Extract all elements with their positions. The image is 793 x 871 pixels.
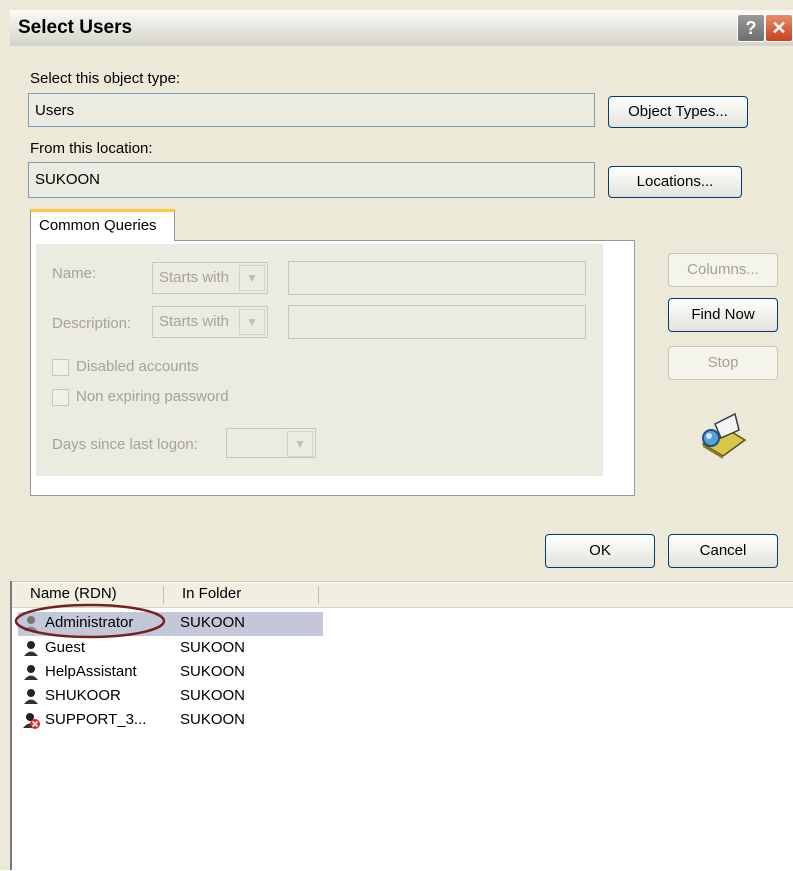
user-folder: SUKOON [180,639,246,656]
disabled-accounts-checkbox[interactable] [52,359,69,376]
help-button[interactable]: ? [737,14,765,42]
user-name: Guest [45,639,86,656]
name-match-value: Starts with [159,269,230,286]
columns-button[interactable]: Columns... [668,253,778,287]
description-match-select[interactable]: Starts with ▼ [152,306,268,338]
location-label: From this location: [30,140,153,157]
list-item[interactable]: HelpAssistant SUKOON [18,661,323,685]
user-name: SHUKOOR [45,687,121,704]
user-icon [22,663,40,681]
user-folder: SUKOON [180,687,246,704]
stop-button[interactable]: Stop [668,346,778,380]
cancel-button[interactable]: Cancel [668,534,778,568]
disabled-user-icon [22,711,40,729]
close-button[interactable]: ✕ [765,14,793,42]
chevron-down-icon: ▼ [239,309,265,335]
description-match-value: Starts with [159,313,230,330]
object-type-label: Select this object type: [30,70,181,87]
user-folder: SUKOON [180,614,246,631]
column-divider [318,586,319,604]
user-folder: SUKOON [180,711,246,728]
find-now-button[interactable]: Find Now [668,298,778,332]
name-label: Name: [52,265,97,282]
search-flashlight-icon [701,412,747,459]
object-type-field: Users [28,93,595,127]
non-expiring-password-label: Non expiring password [76,388,229,405]
object-types-button[interactable]: Object Types... [608,96,748,128]
disabled-accounts-label: Disabled accounts [76,358,199,375]
user-icon [22,639,40,657]
user-name: SUPPORT_3... [45,711,147,728]
list-item[interactable]: SHUKOOR SUKOON [18,685,323,709]
title-bar: Select Users ? ✕ [10,10,793,46]
days-since-logon-label: Days since last logon: [52,436,198,453]
list-item[interactable]: Guest SUKOON [18,637,323,661]
list-item[interactable]: SUPPORT_3... SUKOON [18,709,323,733]
window-title: Select Users [18,17,133,38]
user-name: HelpAssistant [45,663,137,680]
chevron-down-icon: ▼ [239,265,265,291]
locations-button[interactable]: Locations... [608,166,742,198]
chevron-down-icon: ▼ [287,431,313,457]
highlight-circle-annotation [14,603,166,639]
column-header-folder[interactable]: In Folder [182,583,241,607]
user-folder: SUKOON [180,663,246,680]
description-input[interactable] [288,305,586,339]
left-edge-shadow [10,581,12,870]
ok-button[interactable]: OK [545,534,655,568]
name-match-select[interactable]: Starts with ▼ [152,262,268,294]
description-label: Description: [52,315,132,332]
dialog-window: Select Users ? ✕ Select this object type… [0,0,793,871]
non-expiring-password-checkbox[interactable] [52,389,69,406]
days-since-logon-select[interactable]: ▼ [226,428,316,458]
tab-common-queries[interactable]: Common Queries [30,209,175,241]
location-field: SUKOON [28,162,595,198]
name-input[interactable] [288,261,586,295]
user-icon [22,687,40,705]
